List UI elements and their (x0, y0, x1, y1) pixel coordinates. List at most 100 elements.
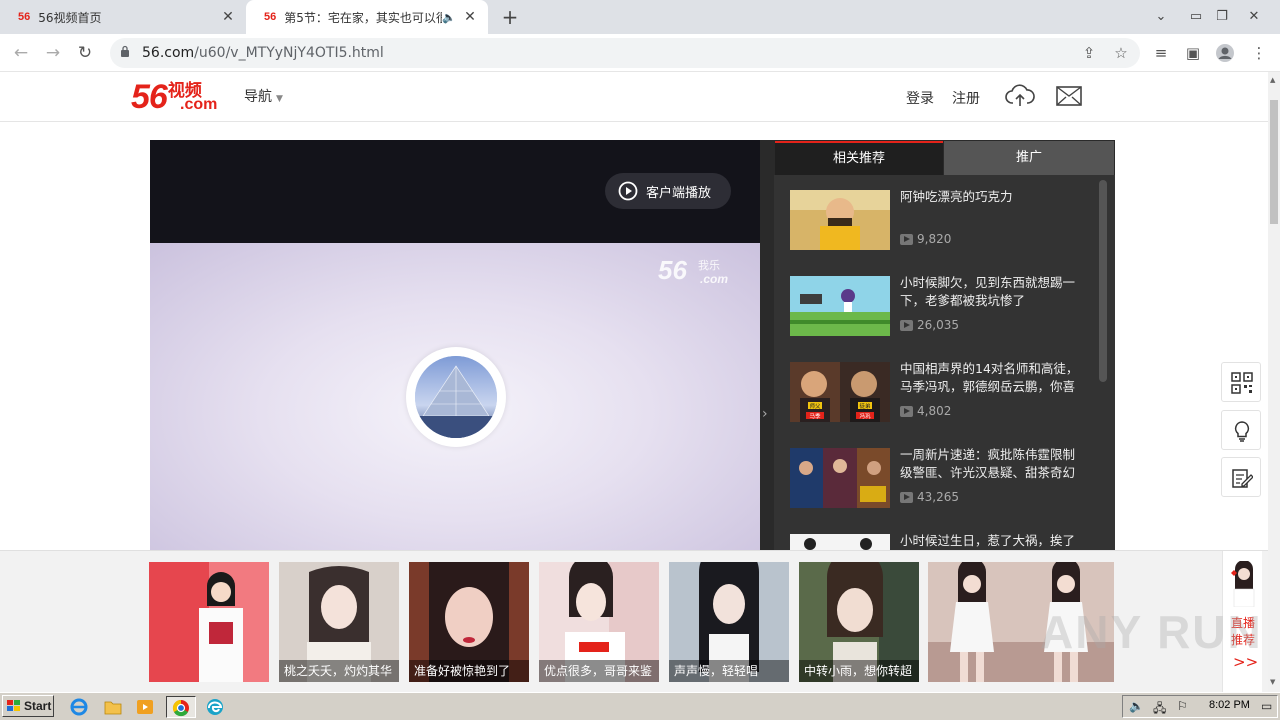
site-favicon: 56 (18, 11, 31, 23)
tab-search-icon[interactable]: ⌄ (1150, 4, 1172, 30)
view-count-value: 26,035 (917, 318, 959, 332)
media-control-icon[interactable]: ≡ (1148, 40, 1174, 66)
sidebar-toggle[interactable]: › (760, 140, 774, 550)
close-tab-icon[interactable]: ✕ (220, 9, 236, 25)
related-thumb[interactable]: 师父 马季 徒弟 冯巩 (790, 362, 890, 422)
speaker-icon[interactable]: 🔈 (442, 11, 456, 24)
related-thumb[interactable] (790, 190, 890, 250)
related-thumb[interactable] (790, 448, 890, 508)
play-count-icon (900, 319, 913, 331)
related-item[interactable]: 小时候过生日，惹了大祸，挨了毒 (790, 534, 1090, 550)
watermark-num: 56 (658, 255, 687, 285)
profile-icon[interactable] (1212, 40, 1238, 66)
site-logo[interactable]: 56 视频 .com (131, 78, 217, 116)
live-card[interactable]: 优点很多，哥哥来鉴 (539, 562, 659, 682)
flag-notification-icon[interactable]: ⚐ (1177, 699, 1188, 713)
view-count: 43,265 (900, 490, 959, 504)
related-title[interactable]: 小时候脚欠，见到东西就想踢一下，老爹都被我坑惨了 (900, 274, 1085, 310)
related-item[interactable]: 阿钟吃漂亮的巧克力 9,820 (790, 188, 1090, 252)
start-button[interactable]: Start (2, 695, 54, 717)
video-player[interactable]: 客户端播放 56 我乐 .com (150, 140, 760, 550)
related-thumb[interactable] (790, 534, 890, 550)
client-play-button[interactable]: 客户端播放 (605, 173, 731, 209)
live-card[interactable]: 准备好被惊艳到了 (409, 562, 529, 682)
related-item[interactable]: 师父 马季 徒弟 冯巩 中国相声界的14对名师和高徒，马季冯巩，郭德纲岳云鹏，你… (790, 360, 1090, 424)
lightbulb-icon (1234, 421, 1250, 442)
live-card[interactable]: 桃之夭夭，灼灼其华 (279, 562, 399, 682)
related-title[interactable]: 小时候过生日，惹了大祸，挨了毒 (900, 534, 1085, 550)
live-card[interactable]: 中转小雨，想你转超 (799, 562, 919, 682)
related-thumb[interactable] (790, 276, 890, 336)
related-title[interactable]: 中国相声界的14对名师和高徒，马季冯巩，郭德纲岳云鹏，你喜欢谁 (900, 360, 1085, 398)
lightbulb-button[interactable] (1221, 410, 1261, 450)
menu-kebab-icon[interactable]: ⋮ (1246, 40, 1272, 66)
live-card[interactable]: 声声慢，轻轻唱 (669, 562, 789, 682)
new-tab-button[interactable]: + (498, 4, 522, 30)
thumb-label: 马季 (809, 412, 821, 420)
play-count-icon (900, 405, 913, 417)
logo-number: 56 (131, 78, 168, 116)
related-item[interactable]: 一周新片速递：疯批陈伟霆限制级警匪、许光汉悬疑、甜茶奇幻登陆 43,265 (790, 446, 1090, 510)
live-thumb (149, 562, 269, 682)
browser-tab-video[interactable]: 56 第5节：宅在家，其实也可以很 🔈 ✕ (246, 0, 488, 34)
live-caption: 优点很多，哥哥来鉴 (539, 660, 659, 682)
view-count-value: 43,265 (917, 490, 959, 504)
reload-icon[interactable]: ↻ (72, 40, 98, 66)
bookmark-star-icon[interactable]: ☆ (1108, 40, 1134, 66)
related-item[interactable]: 小时候脚欠，见到东西就想踢一下，老爹都被我坑惨了 26,035 (790, 274, 1090, 338)
close-window-icon[interactable]: ✕ (1240, 4, 1268, 30)
live-card[interactable] (149, 562, 269, 682)
live-avatar (1231, 561, 1255, 607)
volume-icon[interactable]: 🔈 (1129, 699, 1144, 713)
address-bar[interactable]: 56.com/u60/v_MTYyNjY4OTI5.html ⇪ ☆ (110, 38, 1140, 68)
nav-dropdown[interactable]: 导航 ▼ (244, 86, 283, 106)
scroll-up-icon[interactable]: ▲ (1270, 76, 1275, 84)
thumb-label: 冯巩 (859, 412, 871, 420)
related-sidebar: 相关推荐 推广 阿钟吃漂亮的巧克力 9,820 小时候脚欠，见到东西就想踢一下，… (774, 140, 1115, 550)
tab-promo[interactable]: 推广 (944, 141, 1114, 175)
chrome-icon[interactable] (166, 696, 196, 718)
network-icon[interactable]: 🖧 (1153, 699, 1166, 720)
watermark-sub: 我乐 (698, 260, 720, 272)
register-link[interactable]: 注册 (952, 88, 980, 108)
related-title[interactable]: 一周新片速递：疯批陈伟霆限制级警匪、许光汉悬疑、甜茶奇幻登陆 (900, 446, 1085, 484)
live-caption: 桃之夭夭，灼灼其华 (279, 660, 399, 682)
anyrun-watermark: ANY RUN (1040, 606, 1263, 658)
url-text: 56.com/u60/v_MTYyNjY4OTI5.html (142, 38, 384, 68)
ie-icon[interactable] (68, 696, 92, 718)
feedback-button[interactable] (1221, 457, 1261, 497)
show-desktop-icon[interactable]: ▭ (1261, 699, 1272, 713)
sidebar-scrollbar[interactable] (1099, 180, 1107, 382)
chevron-right-icon: › (762, 406, 768, 422)
lock-icon[interactable] (120, 45, 130, 57)
share-icon[interactable]: ⇪ (1076, 40, 1102, 66)
upload-cloud-icon[interactable] (1005, 83, 1035, 109)
login-link[interactable]: 登录 (906, 88, 934, 108)
tab-related[interactable]: 相关推荐 (775, 141, 943, 175)
system-tray: 🔈 🖧 ⚐ 8:02 PM ▭ (1122, 695, 1278, 718)
minimize-icon[interactable]: ▭ (1184, 4, 1208, 30)
mail-icon[interactable] (1056, 86, 1082, 106)
restore-icon[interactable]: ❐ (1210, 4, 1234, 30)
forward-icon[interactable]: → (40, 40, 66, 66)
scroll-down-icon[interactable]: ▼ (1270, 678, 1275, 686)
url-host: 56.com (142, 45, 195, 61)
page-scrollbar[interactable]: ▲ ▼ (1268, 72, 1280, 692)
channel-avatar[interactable] (406, 347, 506, 447)
edge-icon[interactable] (204, 696, 228, 718)
folder-icon[interactable] (102, 696, 126, 718)
video-canvas[interactable]: 56 我乐 .com (150, 243, 760, 550)
site-header: 56 视频 .com 导航 ▼ 登录 注册 (0, 72, 1268, 122)
clock[interactable]: 8:02 PM (1209, 699, 1250, 711)
back-icon[interactable]: ← (8, 40, 34, 66)
side-panel-icon[interactable]: ▣ (1180, 40, 1206, 66)
caret-down-icon: ▼ (276, 94, 283, 104)
browser-tab-home[interactable]: 56 56视频首页 ✕ (0, 0, 246, 34)
related-title[interactable]: 阿钟吃漂亮的巧克力 (900, 188, 1085, 206)
close-tab-icon[interactable]: ✕ (462, 9, 478, 25)
qr-code-button[interactable] (1221, 362, 1261, 402)
player-watermark: 56 我乐 .com (658, 255, 728, 286)
avatar-image (415, 356, 497, 438)
scroll-thumb[interactable] (1270, 100, 1278, 224)
media-player-icon[interactable] (134, 696, 158, 718)
